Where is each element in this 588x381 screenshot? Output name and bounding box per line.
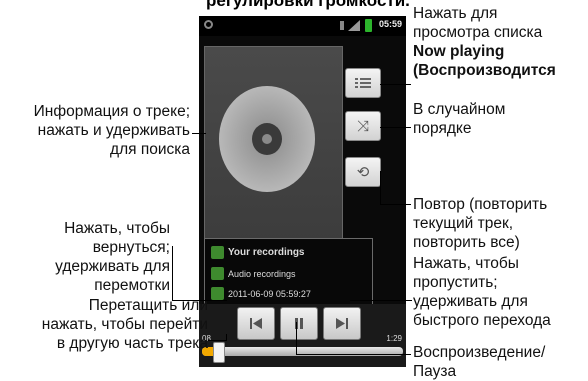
callout-line: быстрого перехода — [413, 312, 551, 329]
callout-line: просмотра списка — [413, 24, 543, 41]
leader-line — [350, 300, 412, 301]
leader-line — [172, 300, 227, 301]
play-pause-button[interactable] — [280, 307, 318, 340]
album-art[interactable] — [204, 46, 343, 245]
callout-line: (Воспроизводится — [413, 62, 556, 79]
callout-line: удерживать для — [413, 293, 528, 310]
play-pause-callout: Воспроизведение/ Пауза — [413, 343, 545, 381]
status-bar: 05:59 — [199, 16, 406, 36]
callout-line: повторить все) — [413, 234, 520, 251]
battery-icon — [365, 19, 372, 32]
seek-callout: Перетащить или нажать, чтобы перейти в д… — [42, 296, 208, 353]
shuffle-icon: ⤨ — [356, 117, 369, 135]
top-heading: регулировки громкости. — [206, 0, 410, 10]
next-icon — [336, 318, 348, 329]
callout-line: Нажать, чтобы — [413, 255, 519, 272]
callout-line: Воспроизведение/ — [413, 344, 546, 361]
leader-line — [380, 127, 411, 128]
leader-line — [226, 334, 227, 341]
callout-line: Повтор (повторить — [413, 196, 548, 213]
album-icon — [211, 267, 224, 280]
shuffle-button[interactable]: ⤨ — [345, 111, 381, 141]
callout-line: удерживать для — [55, 258, 170, 275]
previous-button[interactable] — [237, 307, 275, 340]
callout-line: Нажать для — [413, 5, 498, 22]
repeat-icon: ⟲ — [356, 164, 370, 181]
settings-status-icon — [204, 20, 213, 29]
callout-line: вернуться; — [92, 239, 170, 256]
repeat-button[interactable]: ⟲ — [345, 157, 381, 187]
leader-line — [208, 340, 226, 341]
callout-line: порядке — [413, 120, 472, 137]
now-playing-list-button[interactable] — [345, 68, 381, 98]
callout-line: в другую часть трека — [56, 335, 208, 352]
callout-line: Перетащить или — [88, 297, 208, 314]
previous-icon — [250, 318, 262, 329]
callout-line: Информация о треке; — [33, 103, 190, 120]
callout-line: для поиска — [110, 141, 190, 158]
transport-bar: 08 1:29 — [199, 304, 406, 367]
callout-line: текущий трек, — [413, 215, 514, 232]
leader-line — [296, 354, 411, 355]
track-info-callout: Информация о треке; нажать и удерживать … — [34, 102, 190, 159]
callout-line: Нажать, чтобы — [64, 220, 170, 237]
leader-line — [192, 133, 206, 134]
total-duration: 1:29 — [386, 334, 402, 343]
callout-line: Пауза — [413, 363, 457, 380]
track-info-panel[interactable]: Your recordings Audio recordings 2011-06… — [204, 238, 373, 307]
repeat-callout: Повтор (повторить текущий трек, повторит… — [413, 195, 547, 252]
album-name: Audio recordings — [228, 268, 296, 279]
callout-line: нажать, чтобы перейти — [41, 316, 208, 333]
signal-icon — [348, 20, 360, 31]
artist-icon — [211, 246, 224, 259]
sim-icon — [340, 21, 344, 30]
leader-line — [380, 171, 381, 204]
now-playing-callout: Нажать для просмотра списка Now playing … — [413, 4, 556, 80]
status-time: 05:59 — [378, 19, 402, 29]
leader-line — [172, 246, 173, 300]
shuffle-callout: В случайном порядке — [413, 100, 505, 138]
next-button[interactable] — [323, 307, 361, 340]
song-icon — [211, 287, 224, 300]
list-icon — [355, 78, 371, 88]
leader-line — [380, 204, 411, 205]
next-callout: Нажать, чтобы пропустить; удерживать для… — [413, 254, 551, 330]
track-title: Your recordings — [228, 247, 305, 258]
callout-line: нажать и удерживать — [37, 122, 190, 139]
track-date: 2011-06-09 05:59:27 — [228, 288, 311, 299]
seek-thumb[interactable] — [213, 342, 226, 363]
previous-callout: Нажать, чтобы вернуться; удерживать для … — [55, 219, 170, 295]
leader-line — [296, 322, 297, 354]
leader-line — [380, 84, 411, 85]
disc-icon — [219, 86, 315, 192]
callout-line: В случайном — [413, 101, 506, 118]
callout-line: пропустить; — [413, 274, 498, 291]
music-player-screen: 05:59 ⤨ ⟲ Your recordings Audio recordin… — [199, 16, 406, 367]
callout-line: перемотки — [94, 277, 170, 294]
callout-line: Now playing — [413, 43, 505, 60]
